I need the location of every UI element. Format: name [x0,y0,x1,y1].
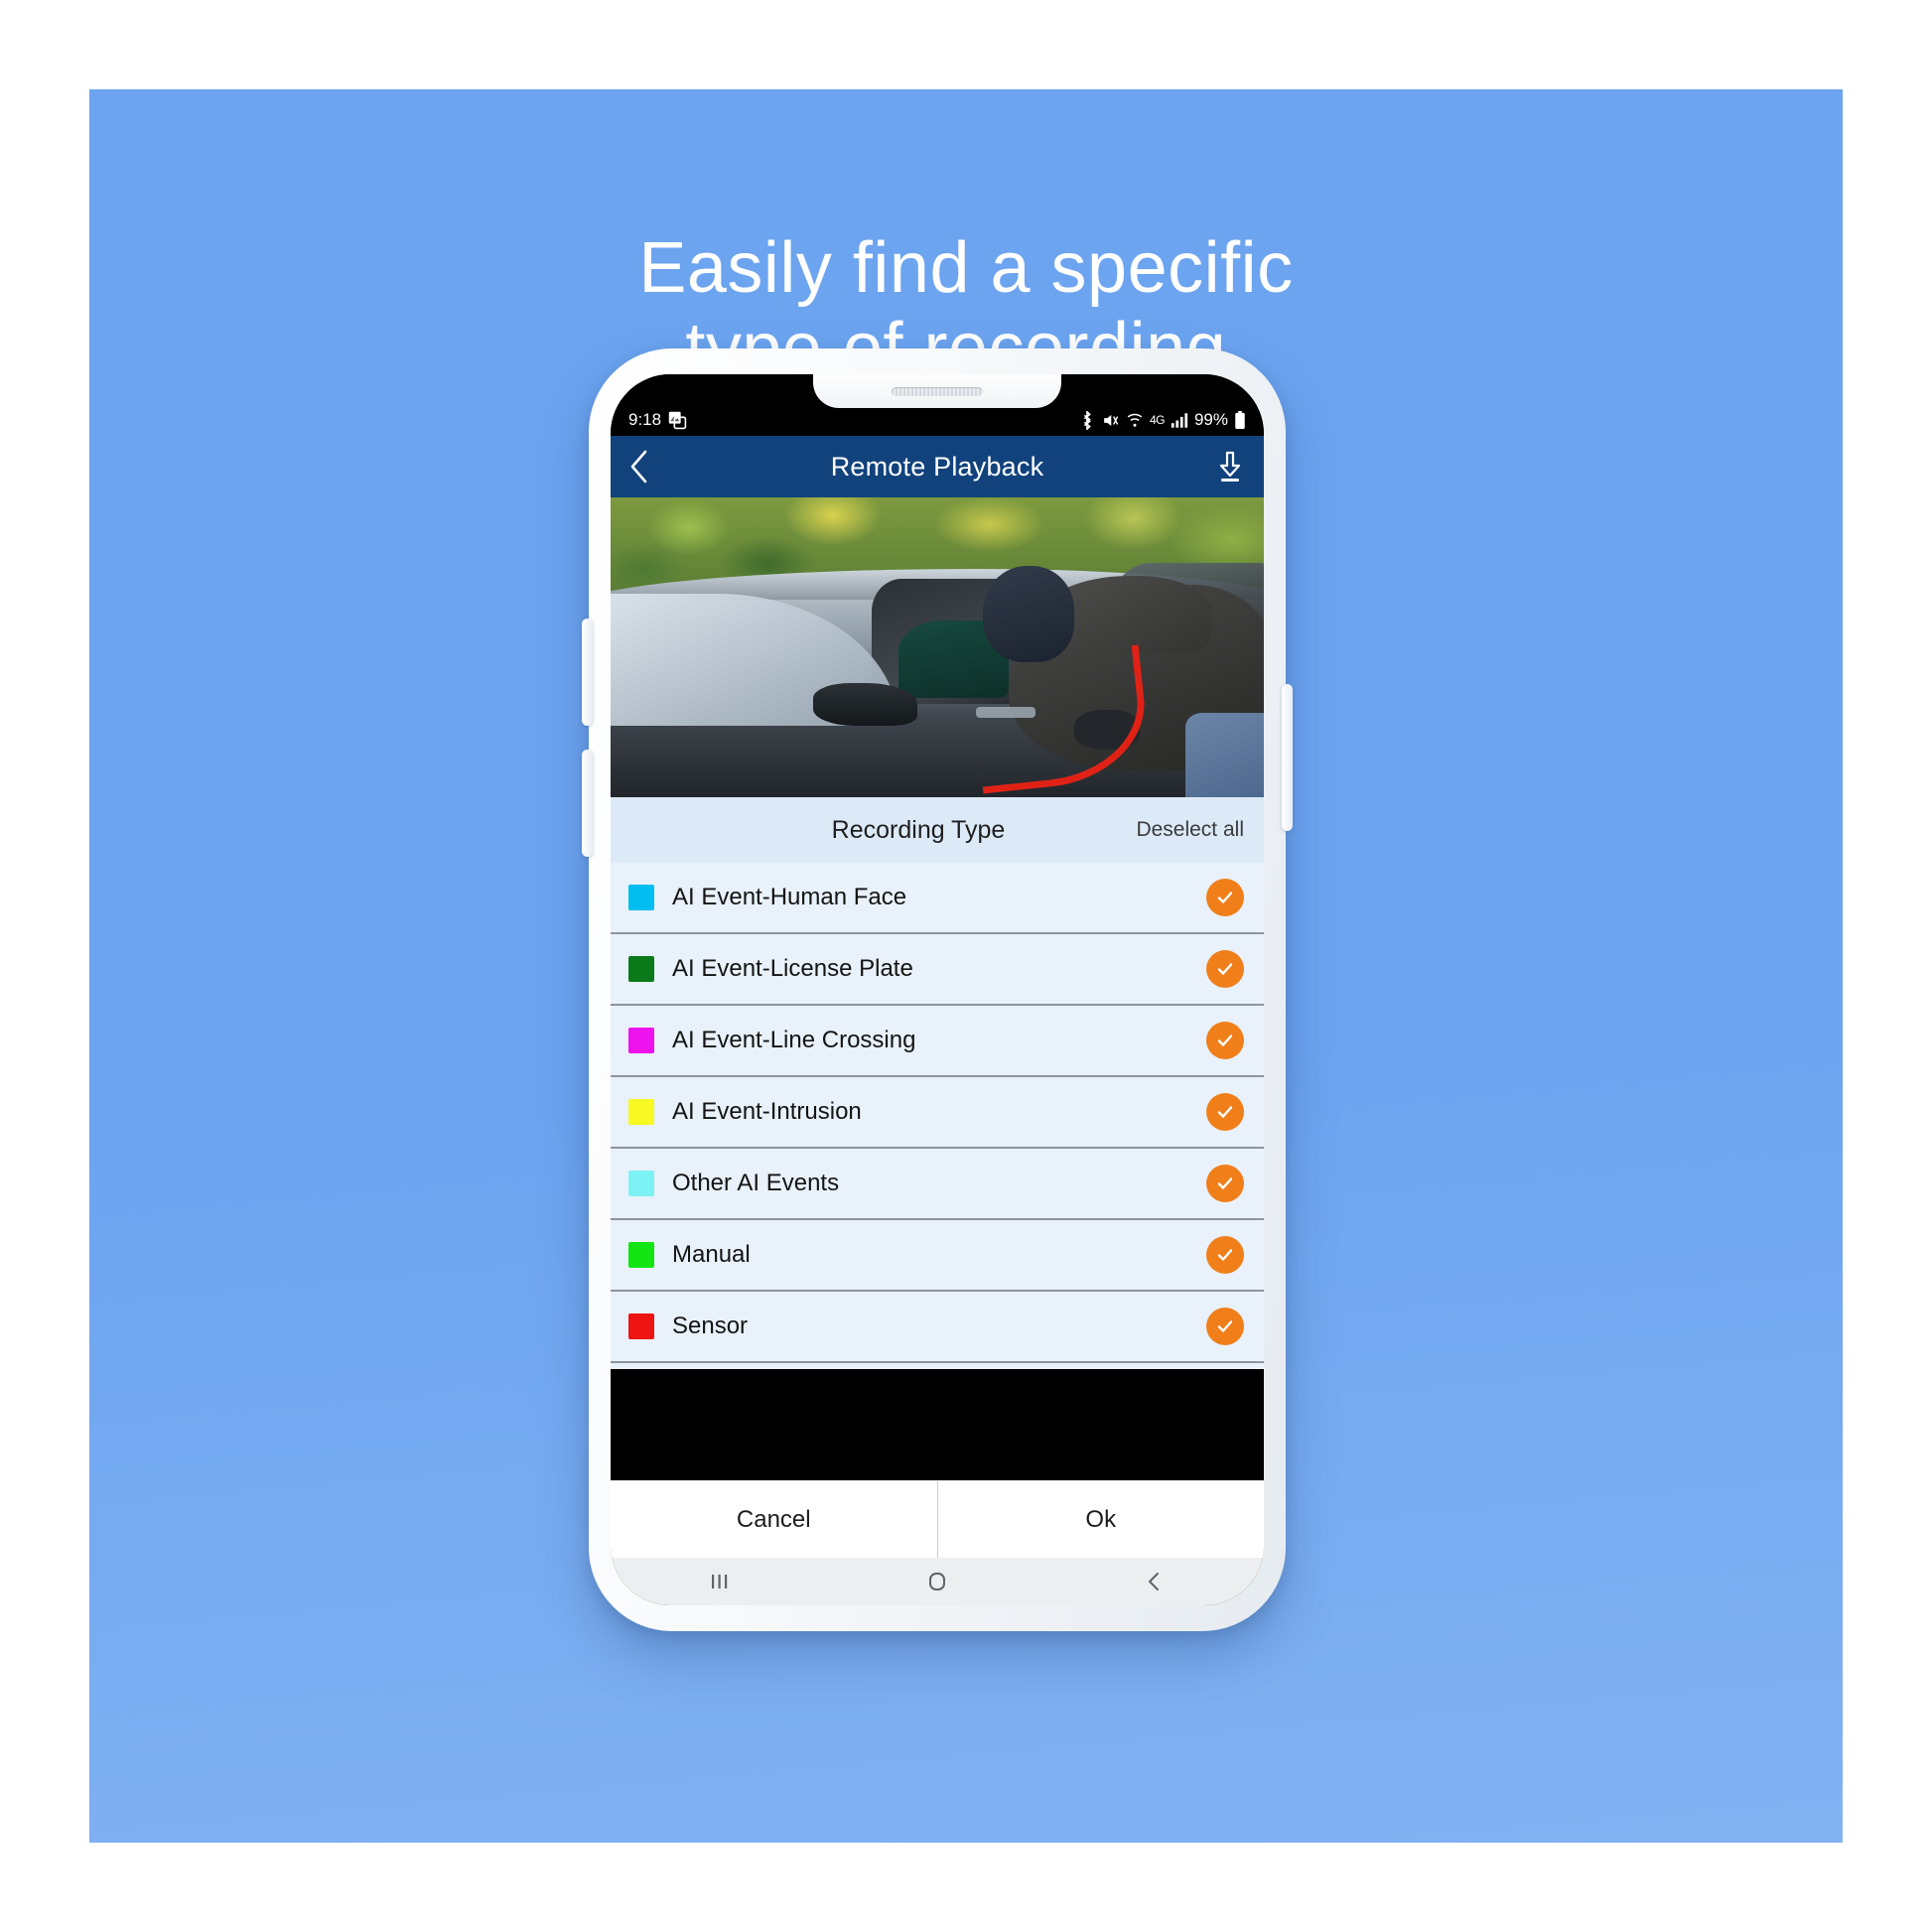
signal-bars-icon [1171,412,1188,429]
back-button[interactable] [628,449,668,484]
check-toggle-icon[interactable] [1206,1308,1244,1345]
download-button[interactable] [1206,450,1246,483]
phone-notch [813,374,1061,408]
app-bar-title: Remote Playback [830,451,1044,482]
ok-button[interactable]: Ok [937,1481,1264,1558]
screenshot-icon [668,411,687,430]
home-icon[interactable] [902,1571,972,1592]
vibrate-mute-icon [1101,411,1120,430]
recording-type-header: Recording Type Deselect all [611,797,1264,863]
row-label: Sensor [672,1312,749,1339]
table-row[interactable]: AI Event-Human Face [611,863,1264,934]
check-toggle-icon[interactable] [1206,950,1244,988]
color-swatch-icon [628,1028,654,1053]
battery-percent: 99% [1193,410,1228,429]
phone-device: 9:18 4G 99% Remote Playback Recording Ty… [582,348,1293,1631]
4g-lte-icon: 4G [1149,413,1166,427]
wifi-icon [1126,411,1144,429]
dialog-action-bar: Cancel Ok [611,1480,1264,1558]
status-bar-left: 9:18 [628,410,687,430]
color-swatch-icon [628,1099,654,1125]
row-label: AI Event-License Plate [672,955,913,982]
status-bar-right: 4G 99% [1079,410,1246,430]
color-swatch-icon [628,1242,654,1268]
table-row[interactable]: Other AI Events [611,1149,1264,1220]
table-row[interactable]: Manual [611,1220,1264,1292]
row-label: AI Event-Human Face [672,884,907,910]
color-swatch-icon [628,1313,654,1339]
deselect-all-button[interactable]: Deselect all [1136,818,1244,842]
recording-type-list[interactable]: AI Event-Human Face AI Event-License Plat… [611,863,1264,1369]
row-label: AI Event-Intrusion [672,1098,862,1125]
app-bar: Remote Playback [611,436,1264,497]
row-label: Other AI Events [672,1170,840,1196]
bluetooth-icon [1079,410,1095,430]
color-swatch-icon [628,885,654,910]
check-toggle-icon[interactable] [1206,1165,1244,1202]
status-time: 9:18 [628,410,662,429]
check-toggle-icon[interactable] [1206,1236,1244,1274]
back-chevron-icon[interactable] [1120,1571,1189,1592]
volume-up-button[interactable] [582,619,593,726]
preview-intruder-mask [983,566,1075,663]
color-swatch-icon [628,956,654,982]
table-row[interactable]: AI Event-License Plate [611,934,1264,1006]
recents-icon[interactable] [685,1571,755,1592]
row-label: Manual [672,1241,751,1268]
preview-side-mirror [812,683,918,726]
check-toggle-icon[interactable] [1206,879,1244,916]
download-icon [1219,451,1241,482]
chevron-left-icon [630,450,647,483]
volume-down-button[interactable] [582,750,593,857]
check-toggle-icon[interactable] [1206,1093,1244,1131]
android-nav-bar [611,1558,1264,1605]
preview-intruder-jeans [1185,713,1264,797]
phone-screen: 9:18 4G 99% Remote Playback Recording Ty… [611,374,1264,1605]
promo-panel: Easily find a specific type of recording… [89,89,1843,1843]
table-row[interactable]: AI Event-Line Crossing [611,1006,1264,1077]
video-preview[interactable] [611,497,1264,797]
cancel-button[interactable]: Cancel [611,1481,938,1558]
row-label: AI Event-Line Crossing [672,1027,916,1053]
color-swatch-icon [628,1171,654,1196]
battery-icon [1234,410,1246,430]
table-row[interactable]: Sensor [611,1292,1264,1363]
check-toggle-icon[interactable] [1206,1022,1244,1059]
earpiece-speaker-icon [892,386,983,396]
table-row[interactable]: AI Event-Intrusion [611,1077,1264,1149]
power-button[interactable] [1282,684,1293,831]
